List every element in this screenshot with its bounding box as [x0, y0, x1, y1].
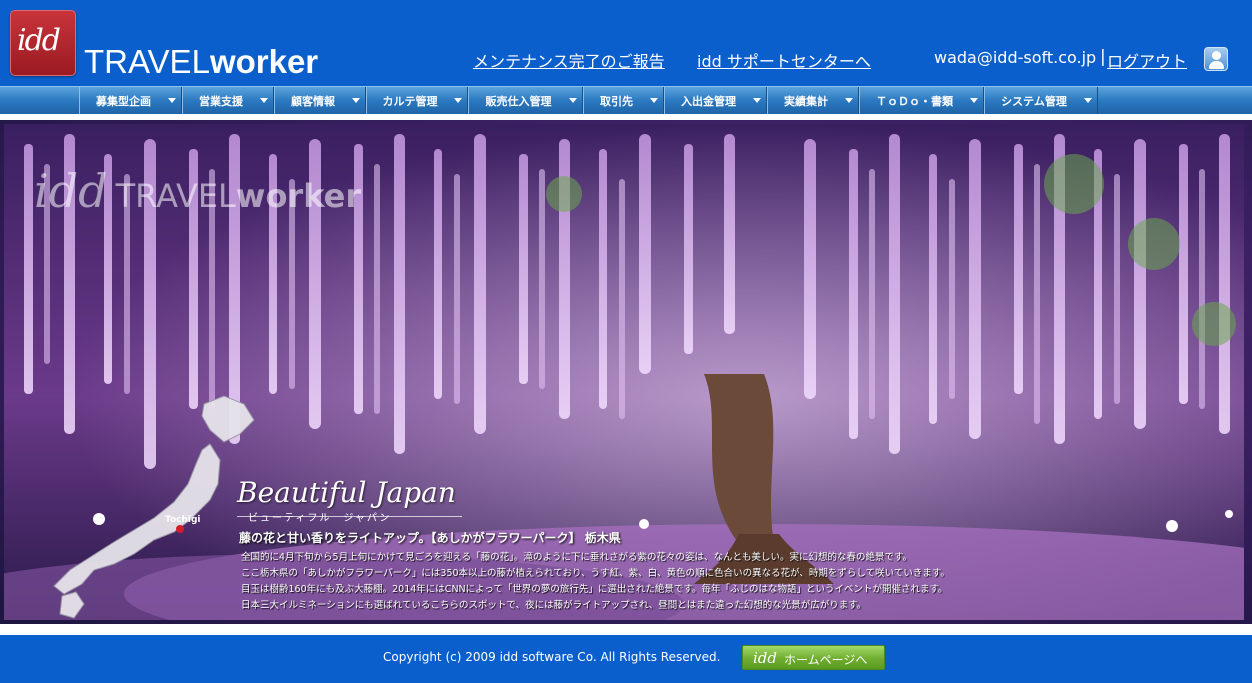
watermark-logo: idd TRAVELworker [34, 164, 361, 218]
copyright-text: Copyright (c) 2009 idd software Co. All … [383, 650, 721, 664]
user-icon-body [1209, 61, 1224, 69]
brand-part1: TRAVEL [84, 43, 210, 80]
brand-part2: worker [209, 43, 319, 80]
chevron-down-icon [970, 98, 978, 103]
hero-banner: idd TRAVELworker Tochigi Beautiful Japan … [0, 120, 1252, 624]
caption-title: 藤の花と甘い香りをライトアップ。【あしかがフラワーパーク】 栃木県 [239, 531, 621, 545]
chevron-down-icon [454, 98, 462, 103]
maintenance-report-link[interactable]: メンテナンス完了のご報告 [473, 48, 665, 72]
watermark-part2: worker [235, 177, 362, 215]
menu-label: 顧客情報 [291, 95, 335, 108]
chevron-down-icon [1084, 98, 1092, 103]
caption-line: 目玉は樹齢160年にも及ぶ大藤棚。2014年にはCNNによって「世界の夢の旅行先… [241, 584, 948, 595]
header-bar: idd TRAVELworker メンテナンス完了のご報告 idd サポートセン… [0, 0, 1252, 86]
chevron-down-icon [845, 98, 853, 103]
menu-torihikisaki[interactable]: 取引先 [583, 87, 664, 114]
watermark-mark: idd [34, 164, 108, 218]
user-icon[interactable] [1204, 47, 1228, 71]
wisteria-image: idd TRAVELworker Tochigi Beautiful Japan … [4, 124, 1244, 620]
homepage-button[interactable]: idd ホームページへ [742, 645, 885, 670]
menu-eigyo-shien[interactable]: 営業支援 [182, 87, 274, 114]
menu-label: 募集型企画 [96, 95, 151, 108]
support-center-link[interactable]: idd サポートセンターへ [697, 48, 871, 72]
chevron-down-icon [168, 98, 176, 103]
chevron-down-icon [753, 98, 761, 103]
homepage-label: ホームページへ [784, 653, 868, 667]
logo-mark: idd [17, 23, 61, 58]
chevron-down-icon [260, 98, 268, 103]
menu-label: システム管理 [1001, 95, 1067, 108]
menu-todo-shorui[interactable]: ＴｏＤｏ・書類 [859, 87, 984, 114]
chevron-down-icon [650, 98, 658, 103]
menu-label: 入出金管理 [681, 95, 736, 108]
watermark-part1: TRAVEL [115, 177, 236, 215]
logout-link[interactable]: ログアウト [1107, 48, 1187, 72]
chevron-down-icon [352, 98, 360, 103]
idd-logo[interactable]: idd [10, 10, 76, 76]
beautiful-japan-heading: Beautiful Japan [237, 476, 456, 509]
menu-karte-kanri[interactable]: カルテ管理 [366, 87, 468, 114]
app-title: TRAVELworker [84, 44, 318, 80]
separator: | [1100, 47, 1106, 67]
menu-label: 取引先 [600, 95, 633, 108]
menu-jisseki-shukei[interactable]: 実績集計 [767, 87, 859, 114]
menu-kokyaku-joho[interactable]: 顧客情報 [274, 87, 366, 114]
chevron-down-icon [569, 98, 577, 103]
menu-system-kanri[interactable]: システム管理 [984, 87, 1098, 114]
menu-label: 営業支援 [199, 95, 243, 108]
footer-bar: Copyright (c) 2009 idd software Co. All … [0, 635, 1252, 683]
menu-boshugata-kikaku[interactable]: 募集型企画 [79, 87, 182, 114]
main-menu: 募集型企画 営業支援 顧客情報 カルテ管理 販売仕入管理 取引先 入出金管理 実… [0, 86, 1252, 114]
menu-label: 実績集計 [784, 95, 828, 108]
heading-kana: ビューティフル ジャパン [248, 513, 392, 524]
menu-nyushukkin-kanri[interactable]: 入出金管理 [664, 87, 767, 114]
homepage-logo-mark: idd [753, 649, 778, 667]
menu-label: 販売仕入管理 [485, 95, 552, 108]
caption-line: 全国的に4月下旬から5月上旬にかけて見ごろを迎える「藤の花」。滝のように下に垂れ… [241, 552, 913, 563]
user-icon-head [1212, 51, 1221, 60]
caption-line: ここ栃木県の「あしかがフラワーパーク」には350本以上の藤が植えられており、うす… [241, 568, 950, 579]
menu-label: カルテ管理 [382, 95, 438, 108]
caption-line: 日本三大イルミネーションにも選ばれているこちらのスポットで、夜には藤がライトアッ… [241, 600, 867, 611]
user-email: wada@idd-soft.co.jp [934, 48, 1097, 67]
menu-label: ＴｏＤｏ・書類 [876, 95, 953, 108]
map-label-tochigi: Tochigi [165, 515, 201, 525]
menu-hanbai-shiire-kanri[interactable]: 販売仕入管理 [468, 87, 583, 114]
